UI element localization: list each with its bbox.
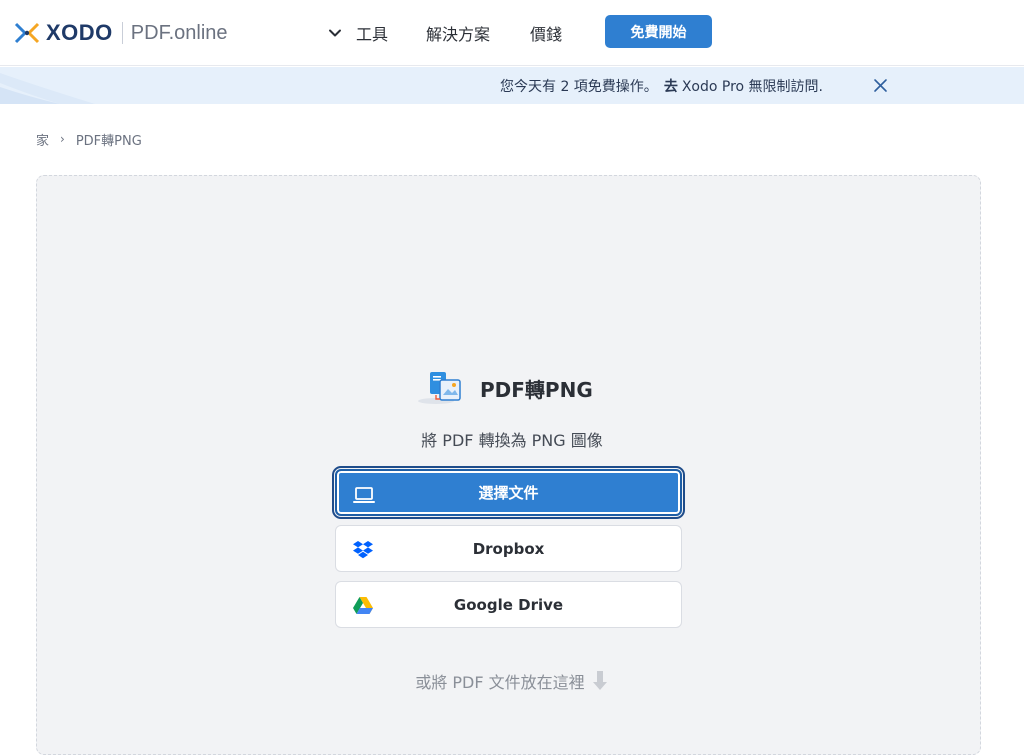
google-drive-icon	[353, 597, 373, 614]
dropbox-icon	[353, 541, 373, 559]
close-icon[interactable]	[873, 78, 888, 93]
choose-file-label: 選擇文件	[478, 484, 539, 502]
tool-title: PDF轉PNG	[480, 377, 593, 402]
tool-subtitle: 將 PDF 轉換為 PNG 圖像	[421, 431, 603, 450]
free-actions-banner: 您今天有 2 項免費操作。 去 Xodo Pro 無限制訪問.	[0, 67, 1024, 104]
xodo-logo[interactable]: XODO PDF.online	[14, 19, 228, 47]
banner-decoration	[0, 73, 95, 104]
google-drive-button[interactable]: Google Drive	[335, 581, 682, 628]
dropbox-button[interactable]: Dropbox	[335, 525, 682, 572]
top-header: XODO PDF.online 工具 解決方案 價錢 免費開始	[0, 0, 1024, 66]
nav-pricing-label: 價錢	[530, 25, 563, 44]
breadcrumb-separator: ›	[60, 132, 65, 146]
start-free-button[interactable]: 免費開始	[605, 15, 712, 48]
chevron-down-icon	[329, 29, 341, 37]
banner-message: 您今天有 2 項免費操作。 去 Xodo Pro 無限制訪問.	[500, 67, 823, 104]
nav-pricing[interactable]: 價錢	[530, 0, 562, 66]
dropbox-label: Dropbox	[472, 539, 545, 558]
logo-product-name: PDF.online	[130, 21, 228, 44]
banner-message-text: 您今天有 2 項免費操作。	[500, 78, 658, 95]
nav-solutions[interactable]: 解決方案	[426, 0, 490, 66]
drop-hint: 或將 PDF 文件放在這裡	[0, 669, 1024, 693]
file-drop-zone[interactable]	[36, 175, 981, 755]
banner-cta-pro[interactable]: Xodo Pro 無限制訪問.	[682, 76, 823, 96]
nav-tools[interactable]: 工具	[328, 0, 388, 66]
google-drive-label: Google Drive	[453, 595, 564, 614]
breadcrumb-current: PDF轉PNG	[75, 133, 142, 149]
arrow-down-icon	[592, 671, 607, 690]
nav-tools-label: 工具	[356, 25, 389, 44]
xodo-logo-icon	[14, 22, 40, 44]
logo-divider	[121, 22, 123, 44]
breadcrumb-home[interactable]: 家	[36, 130, 49, 149]
pdf-to-image-icon	[418, 372, 461, 404]
breadcrumb: 家 › PDF轉PNG	[36, 130, 142, 149]
tool-header: PDF轉PNG	[416, 370, 593, 406]
banner-cta-go[interactable]: 去	[664, 76, 678, 96]
laptop-icon	[353, 487, 375, 503]
drop-hint-text: 或將 PDF 文件放在這裡	[415, 673, 585, 692]
logo-wordmark: XODO	[46, 20, 113, 45]
nav-solutions-label: 解決方案	[426, 25, 491, 44]
choose-file-button[interactable]: 選擇文件	[332, 466, 685, 519]
